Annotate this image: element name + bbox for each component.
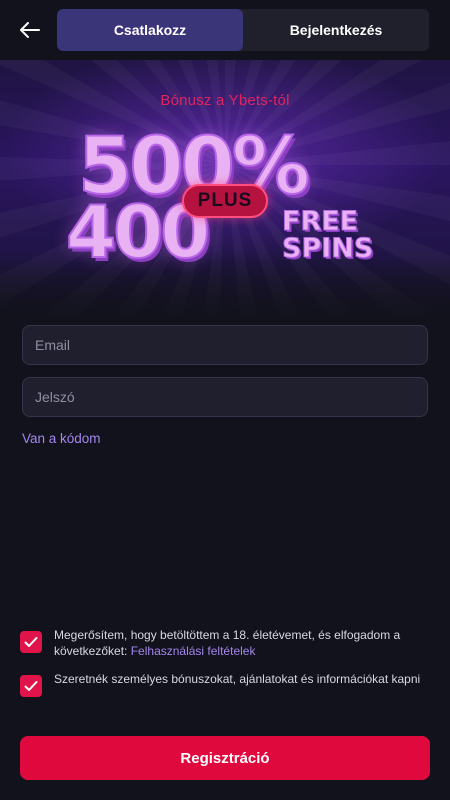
age-consent-text: Megerősítem, hogy betöltöttem a 18. élet… bbox=[54, 627, 430, 659]
check-icon bbox=[24, 637, 38, 647]
auth-tabs: Csatlakozz Bejelentkezés bbox=[57, 9, 429, 51]
free-label: FREE bbox=[281, 206, 359, 237]
back-button[interactable] bbox=[14, 14, 46, 46]
check-icon bbox=[24, 681, 38, 691]
tab-login[interactable]: Bejelentkezés bbox=[243, 9, 429, 51]
age-consent-row: Megerősítem, hogy betöltöttem a 18. élet… bbox=[20, 627, 430, 659]
promo-code-link[interactable]: Van a kódom bbox=[22, 431, 101, 446]
plus-badge: PLUS bbox=[182, 184, 268, 218]
spins-label: SPINS bbox=[281, 233, 374, 264]
email-input[interactable] bbox=[22, 325, 428, 365]
promo-consent-row: Szeretnék személyes bónuszokat, ajánlato… bbox=[20, 671, 430, 697]
promo-consent-text: Szeretnék személyes bónuszokat, ajánlato… bbox=[54, 672, 421, 686]
tab-join[interactable]: Csatlakozz bbox=[57, 9, 243, 51]
bonus-banner: Bónusz a Ybets-tól 500% 400 PLUS FREE SP… bbox=[0, 60, 450, 322]
free-spins-label: FREE SPINS bbox=[281, 206, 374, 264]
register-button[interactable]: Regisztráció bbox=[20, 736, 430, 780]
promo-consent-checkbox[interactable] bbox=[20, 675, 42, 697]
top-bar: Csatlakozz Bejelentkezés bbox=[0, 0, 450, 60]
bonus-subtitle: Bónusz a Ybets-tól bbox=[160, 92, 290, 109]
password-input[interactable] bbox=[22, 377, 428, 417]
arrow-left-icon bbox=[20, 22, 40, 38]
age-consent-checkbox[interactable] bbox=[20, 631, 42, 653]
terms-of-use-link[interactable]: Felhasználási feltételek bbox=[131, 644, 256, 658]
